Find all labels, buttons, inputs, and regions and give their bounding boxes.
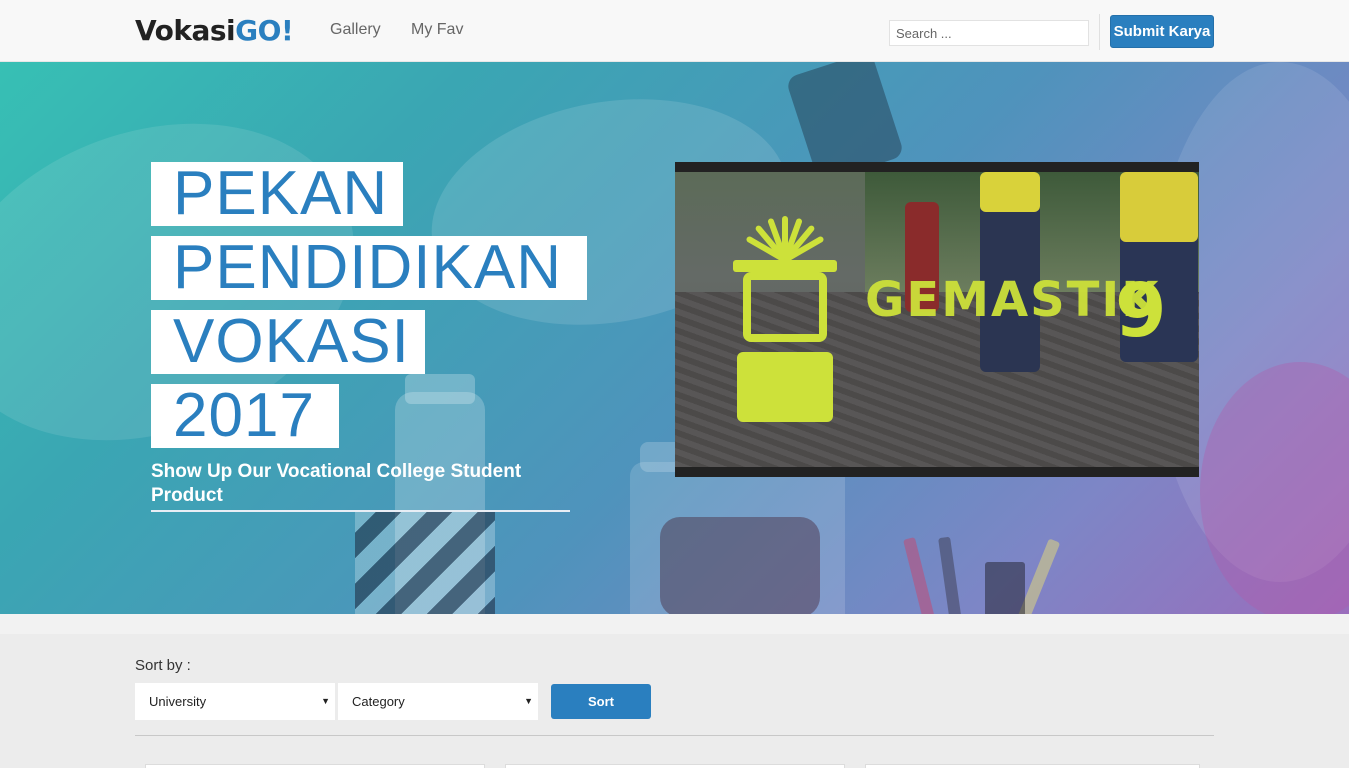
category-select[interactable]: Category ▼	[338, 683, 538, 720]
nav-divider	[1099, 14, 1100, 50]
video-bg-person	[1120, 172, 1198, 242]
robot-body	[737, 352, 833, 422]
brand-main: Vokasi	[135, 14, 236, 47]
hero-divider	[151, 510, 570, 512]
hero-bg-jar-contents	[660, 517, 820, 614]
sort-button[interactable]: Sort	[551, 684, 651, 719]
category-select-value: Category	[352, 694, 405, 709]
hero-title-line: PENDIDIKAN	[151, 236, 587, 300]
video-player[interactable]: GEMASTIK 9	[675, 162, 1199, 477]
hero-bg-stripes	[355, 512, 495, 614]
navbar: VokasiGO! Gallery My Fav Submit Karya	[0, 0, 1349, 62]
robot-head	[743, 272, 827, 342]
gallery-card[interactable]	[145, 764, 485, 768]
video-frame: GEMASTIK 9	[675, 172, 1199, 467]
brand-accent: GO!	[235, 14, 294, 47]
nav-gallery-link[interactable]: Gallery	[330, 21, 381, 39]
robot-band	[733, 260, 837, 272]
hero-bg-phone	[985, 562, 1025, 614]
hero-title-line: 2017	[151, 384, 339, 448]
hero-title-line: PEKAN	[151, 162, 403, 226]
university-select[interactable]: University ▼	[135, 683, 335, 720]
hero-tagline: Show Up Our Vocational College Student P…	[151, 461, 522, 506]
gallery-card[interactable]	[865, 764, 1200, 768]
sort-divider	[135, 735, 1214, 736]
brand-logo[interactable]: VokasiGO!	[135, 14, 294, 47]
gallery-card[interactable]	[505, 764, 845, 768]
submit-karya-button[interactable]: Submit Karya	[1110, 15, 1214, 48]
sort-label: Sort by :	[135, 657, 191, 674]
hero-title-line: VOKASI	[151, 310, 425, 374]
nav-my-fav-link[interactable]: My Fav	[411, 21, 463, 39]
hero-bg-pencil	[903, 537, 939, 614]
search-input[interactable]	[889, 20, 1089, 46]
dropdown-arrow-icon: ▼	[321, 696, 330, 706]
section-separator	[0, 614, 1349, 634]
hero-banner: PEKAN PENDIDIKAN VOKASI 2017 Show Up Our…	[0, 62, 1349, 614]
video-bg-person	[980, 172, 1040, 212]
university-select-value: University	[149, 694, 207, 709]
dropdown-arrow-icon: ▼	[524, 696, 533, 706]
hero-bg-pencil	[938, 536, 964, 614]
video-overlay-number: 9	[1115, 268, 1167, 354]
